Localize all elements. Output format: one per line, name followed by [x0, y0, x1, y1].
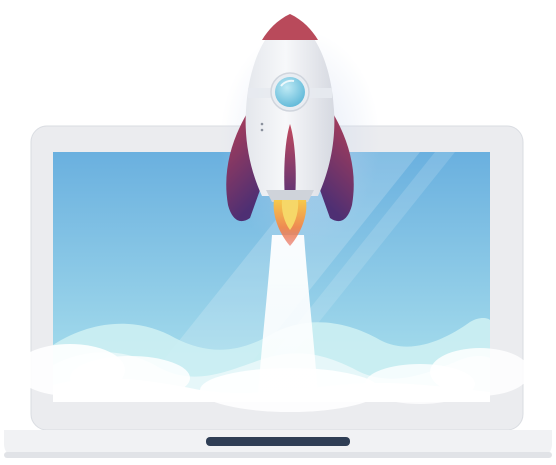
laptop-base-edge: [4, 452, 552, 458]
rivet: [260, 128, 264, 132]
trackpad-notch: [206, 437, 350, 446]
rivet: [260, 122, 264, 126]
rocket-launch-illustration: [0, 0, 556, 465]
illustration-canvas: [4, 14, 552, 458]
rocket-nose: [262, 14, 318, 40]
